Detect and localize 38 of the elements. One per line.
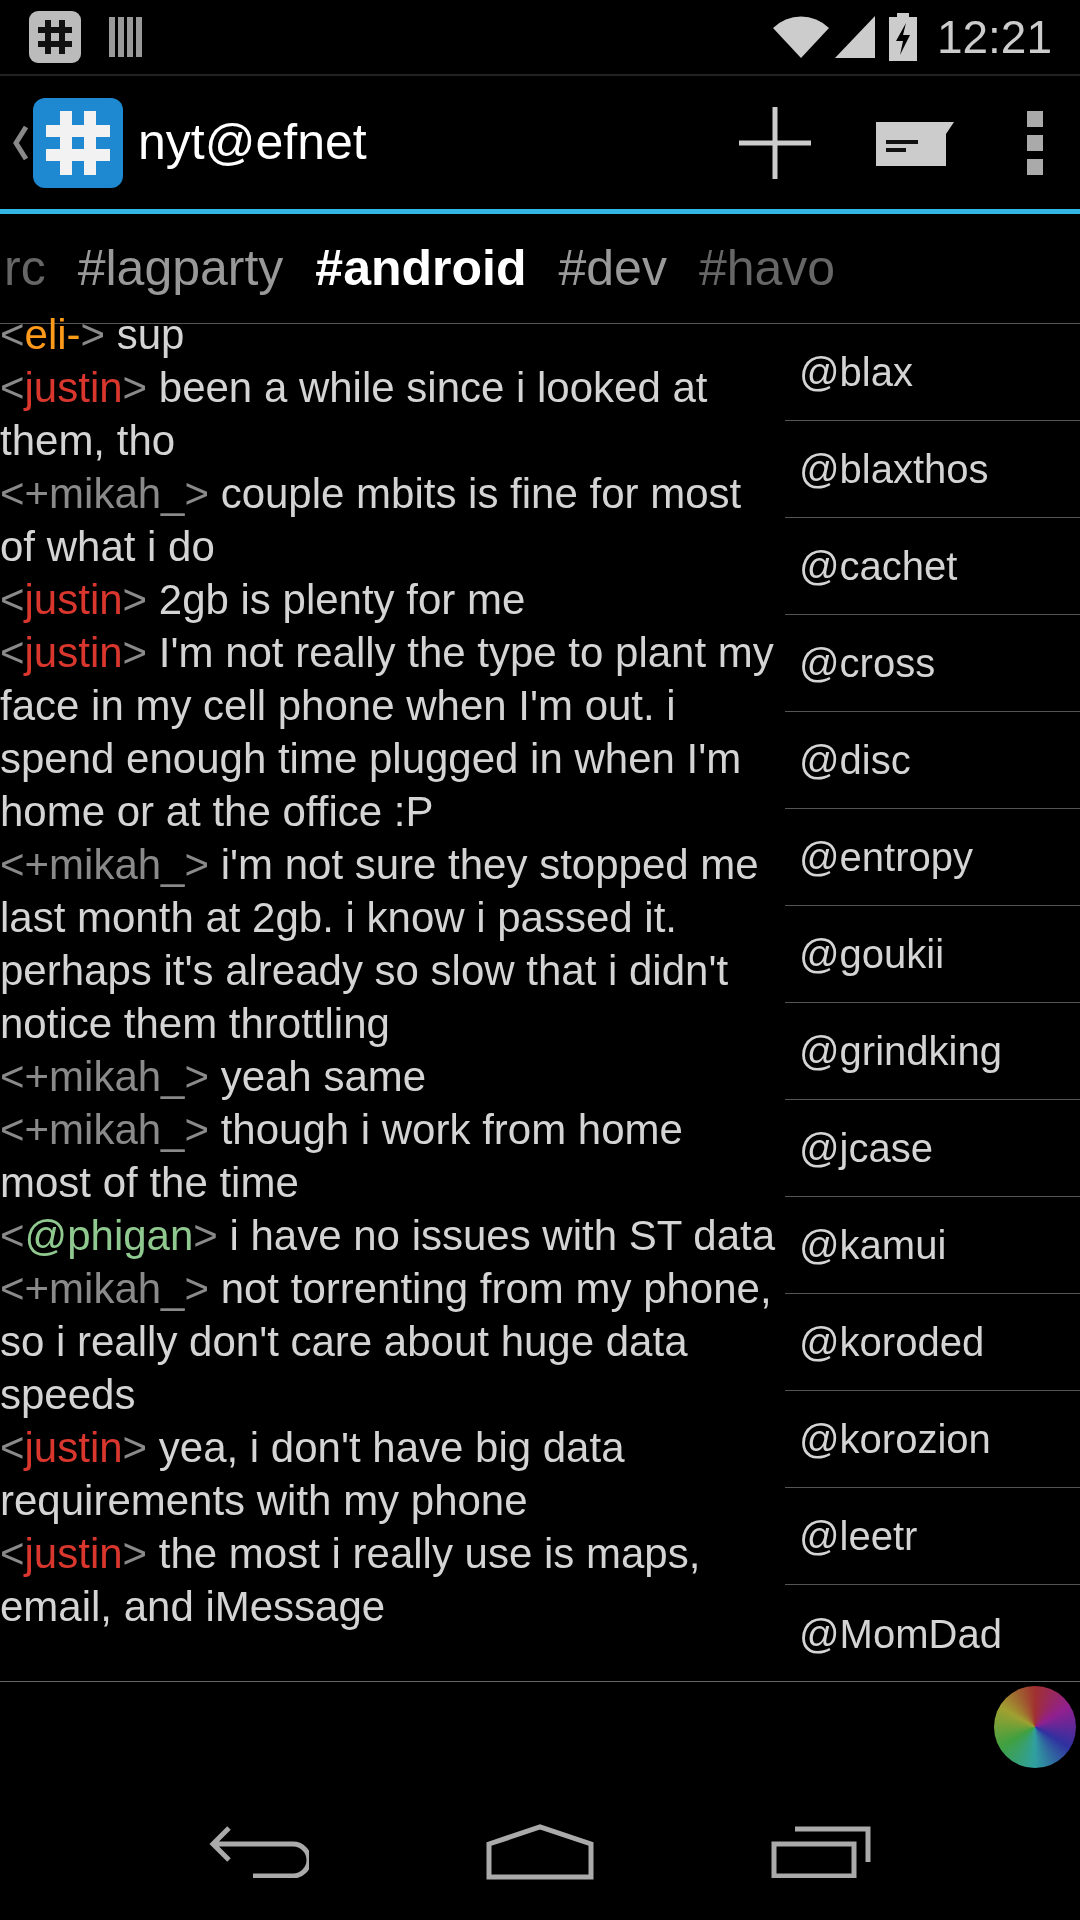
nick-list-item[interactable]: @blax xyxy=(785,324,1080,421)
message-icon xyxy=(876,119,954,166)
chat-message: <justin> 2gb is plenty for me xyxy=(0,575,527,625)
nick-list-item[interactable]: @MomDad xyxy=(785,1585,1080,1682)
nick-list-item[interactable]: @goukii xyxy=(785,906,1080,1003)
channel-tab[interactable]: #lagparty xyxy=(77,231,284,306)
nick-list-item[interactable]: @grindking xyxy=(785,1003,1080,1100)
nick-list-item[interactable]: @blaxthos xyxy=(785,421,1080,518)
hash-app-icon xyxy=(28,10,82,64)
nick-list-item[interactable]: @entropy xyxy=(785,809,1080,906)
plus-icon xyxy=(739,106,811,179)
nick-list-item[interactable]: @korozion xyxy=(785,1391,1080,1488)
recent-apps-icon xyxy=(771,1826,872,1878)
nick-list-item[interactable]: @koroded xyxy=(785,1294,1080,1391)
chat-message: <@phigan> i have no issues with ST data xyxy=(0,1211,777,1261)
nick-list-item[interactable]: @kamui xyxy=(785,1197,1080,1294)
nick-list-item[interactable]: @leetr xyxy=(785,1488,1080,1585)
channel-tab[interactable]: rc xyxy=(4,231,46,306)
signal-icon xyxy=(832,14,877,60)
wifi-icon xyxy=(770,14,831,60)
nick-list-item[interactable]: @jcase xyxy=(785,1100,1080,1197)
hash-app-icon xyxy=(32,96,124,189)
nick-list-item[interactable]: @cachet xyxy=(785,518,1080,615)
channel-tab[interactable]: #dev xyxy=(558,231,667,306)
chat-message: <+mikah_> yeah same xyxy=(0,1052,428,1102)
channel-tab[interactable]: #havo xyxy=(698,231,836,306)
channel-tab[interactable]: #android xyxy=(315,231,527,306)
home-icon xyxy=(486,1824,594,1880)
battery-charging-icon xyxy=(888,13,917,61)
chat-message: <justin> the most i really use is maps, email, and iMessage xyxy=(0,1529,702,1632)
back-arrow-icon xyxy=(208,1826,309,1878)
clock: 12:21 xyxy=(936,9,1052,65)
nick-list-item[interactable]: @disc xyxy=(785,712,1080,809)
chat-message: <eli-> sup xyxy=(0,310,186,360)
nick-list-item[interactable]: @cross xyxy=(785,615,1080,712)
more-icon xyxy=(1027,110,1043,175)
window-title: nyt@efnet xyxy=(138,113,367,172)
chat-message: <+mikah_> couple mbits is fine for most of what i do xyxy=(0,469,743,572)
